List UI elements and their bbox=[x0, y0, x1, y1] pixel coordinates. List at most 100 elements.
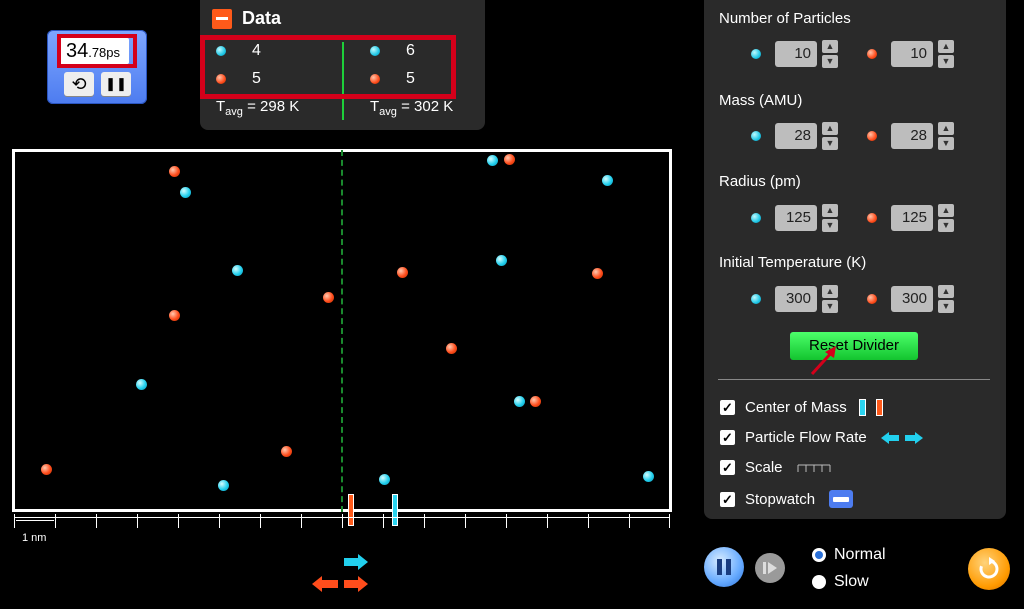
radius-red-value[interactable]: 125 bbox=[891, 205, 933, 231]
red-particle-icon bbox=[867, 131, 877, 141]
increment-icon[interactable]: ▲ bbox=[938, 40, 954, 53]
particle-blue bbox=[643, 471, 654, 482]
decrement-icon[interactable]: ▼ bbox=[938, 55, 954, 68]
decrement-icon[interactable]: ▼ bbox=[938, 219, 954, 232]
temperature-red-spinner[interactable]: 300 ▲ ▼ bbox=[867, 284, 954, 314]
right-red-count-row: 5 bbox=[370, 70, 415, 88]
radius-blue-spinner[interactable]: 125 ▲ ▼ bbox=[751, 203, 838, 233]
temperature-blue-spinner[interactable]: 300 ▲ ▼ bbox=[751, 284, 838, 314]
step-forward-icon bbox=[763, 562, 777, 574]
center-of-mass-checkbox[interactable]: ✓ Center of Mass bbox=[720, 399, 883, 416]
radio-selected-icon[interactable] bbox=[812, 548, 826, 562]
check-icon[interactable]: ✓ bbox=[720, 400, 735, 415]
particle-blue bbox=[218, 480, 229, 491]
decrement-icon[interactable]: ▼ bbox=[938, 137, 954, 150]
particle-red bbox=[169, 310, 180, 321]
data-panel-header[interactable]: Data bbox=[212, 8, 281, 29]
num-particles-blue-spinner[interactable]: 10 ▲ ▼ bbox=[751, 39, 838, 69]
scale-tick bbox=[629, 514, 630, 528]
particle-flow-rate-checkbox[interactable]: ✓ Particle Flow Rate bbox=[720, 429, 925, 446]
speed-slow-radio[interactable]: Slow bbox=[812, 573, 869, 591]
speed-normal-radio[interactable]: Normal bbox=[812, 546, 886, 564]
scale-tick bbox=[383, 514, 384, 528]
right-avg-temperature: Tavg = 302 K bbox=[370, 98, 454, 118]
scale-tick bbox=[301, 514, 302, 528]
mass-red-spinner[interactable]: 28 ▲ ▼ bbox=[867, 121, 954, 151]
blue-particle-icon bbox=[751, 131, 761, 141]
pause-icon bbox=[717, 559, 731, 575]
left-red-count-row: 5 bbox=[216, 70, 261, 88]
particle-blue bbox=[496, 255, 507, 266]
left-blue-count-row: 4 bbox=[216, 42, 261, 60]
scale-tick bbox=[96, 514, 97, 528]
container-divider[interactable] bbox=[341, 150, 343, 512]
pause-play-button[interactable] bbox=[704, 547, 744, 587]
num-particles-label: Number of Particles bbox=[719, 10, 851, 27]
data-panel-title: Data bbox=[242, 8, 282, 28]
decrement-icon[interactable]: ▼ bbox=[822, 300, 838, 313]
reset-all-button[interactable] bbox=[968, 548, 1010, 590]
stopwatch-icon bbox=[829, 490, 854, 508]
scale-checkbox-label: Scale bbox=[745, 459, 783, 476]
num-particles-red-spinner[interactable]: 10 ▲ ▼ bbox=[867, 39, 954, 69]
scale-checkbox[interactable]: ✓ Scale bbox=[720, 459, 831, 476]
decrement-icon[interactable]: ▼ bbox=[822, 137, 838, 150]
decrement-icon[interactable]: ▼ bbox=[822, 219, 838, 232]
mass-label: Mass (AMU) bbox=[719, 92, 803, 109]
reset-all-icon bbox=[979, 557, 999, 579]
increment-icon[interactable]: ▲ bbox=[822, 122, 838, 135]
red-particle-icon bbox=[370, 74, 380, 84]
blue-particle-icon bbox=[751, 213, 761, 223]
red-particle-icon bbox=[867, 213, 877, 223]
right-blue-count: 6 bbox=[406, 42, 415, 59]
num-particles-red-value[interactable]: 10 bbox=[891, 41, 933, 67]
blue-particle-icon bbox=[751, 49, 761, 59]
scale-tick bbox=[137, 514, 138, 528]
particle-red bbox=[41, 464, 52, 475]
temperature-blue-value[interactable]: 300 bbox=[775, 286, 817, 312]
flow-arrow-red-bidirectional-icon bbox=[312, 576, 368, 592]
panel-separator bbox=[718, 379, 990, 380]
scale-tick bbox=[465, 514, 466, 528]
particle-red bbox=[504, 154, 515, 165]
stopwatch-checkbox[interactable]: ✓ Stopwatch bbox=[720, 490, 854, 508]
left-avg-temperature: Tavg = 298 K bbox=[216, 98, 300, 118]
increment-icon[interactable]: ▲ bbox=[822, 285, 838, 298]
collapse-icon[interactable] bbox=[212, 8, 232, 29]
check-icon[interactable]: ✓ bbox=[720, 460, 735, 475]
stopwatch-reset-button[interactable]: ⟲ bbox=[64, 72, 94, 96]
increment-icon[interactable]: ▲ bbox=[938, 122, 954, 135]
red-particle-icon bbox=[867, 294, 877, 304]
particle-red bbox=[397, 267, 408, 278]
particle-blue bbox=[232, 265, 243, 276]
increment-icon[interactable]: ▲ bbox=[822, 40, 838, 53]
particle-red bbox=[530, 396, 541, 407]
particle-red bbox=[446, 343, 457, 354]
red-particle-icon bbox=[216, 74, 226, 84]
mass-blue-value[interactable]: 28 bbox=[775, 123, 817, 149]
scale-tick bbox=[669, 514, 670, 528]
stopwatch-pause-button[interactable]: ❚❚ bbox=[101, 72, 131, 96]
radius-red-spinner[interactable]: 125 ▲ ▼ bbox=[867, 203, 954, 233]
increment-icon[interactable]: ▲ bbox=[822, 204, 838, 217]
center-of-mass-red-icon bbox=[875, 399, 883, 416]
scale-tick bbox=[55, 514, 56, 528]
radio-unselected-icon[interactable] bbox=[812, 575, 826, 589]
increment-icon[interactable]: ▲ bbox=[938, 204, 954, 217]
check-icon[interactable]: ✓ bbox=[720, 430, 735, 445]
particle-blue bbox=[379, 474, 390, 485]
scale-tick bbox=[424, 514, 425, 528]
check-icon[interactable]: ✓ bbox=[720, 491, 735, 507]
center-of-mass-label: Center of Mass bbox=[745, 399, 847, 416]
temperature-red-value[interactable]: 300 bbox=[891, 286, 933, 312]
mass-blue-spinner[interactable]: 28 ▲ ▼ bbox=[751, 121, 838, 151]
decrement-icon[interactable]: ▼ bbox=[822, 55, 838, 68]
radius-blue-value[interactable]: 125 bbox=[775, 205, 817, 231]
center-of-mass-blue bbox=[392, 494, 398, 526]
num-particles-blue-value[interactable]: 10 bbox=[775, 41, 817, 67]
increment-icon[interactable]: ▲ bbox=[938, 285, 954, 298]
stopwatch-checkbox-label: Stopwatch bbox=[745, 490, 816, 508]
mass-red-value[interactable]: 28 bbox=[891, 123, 933, 149]
decrement-icon[interactable]: ▼ bbox=[938, 300, 954, 313]
step-button[interactable] bbox=[755, 553, 785, 583]
